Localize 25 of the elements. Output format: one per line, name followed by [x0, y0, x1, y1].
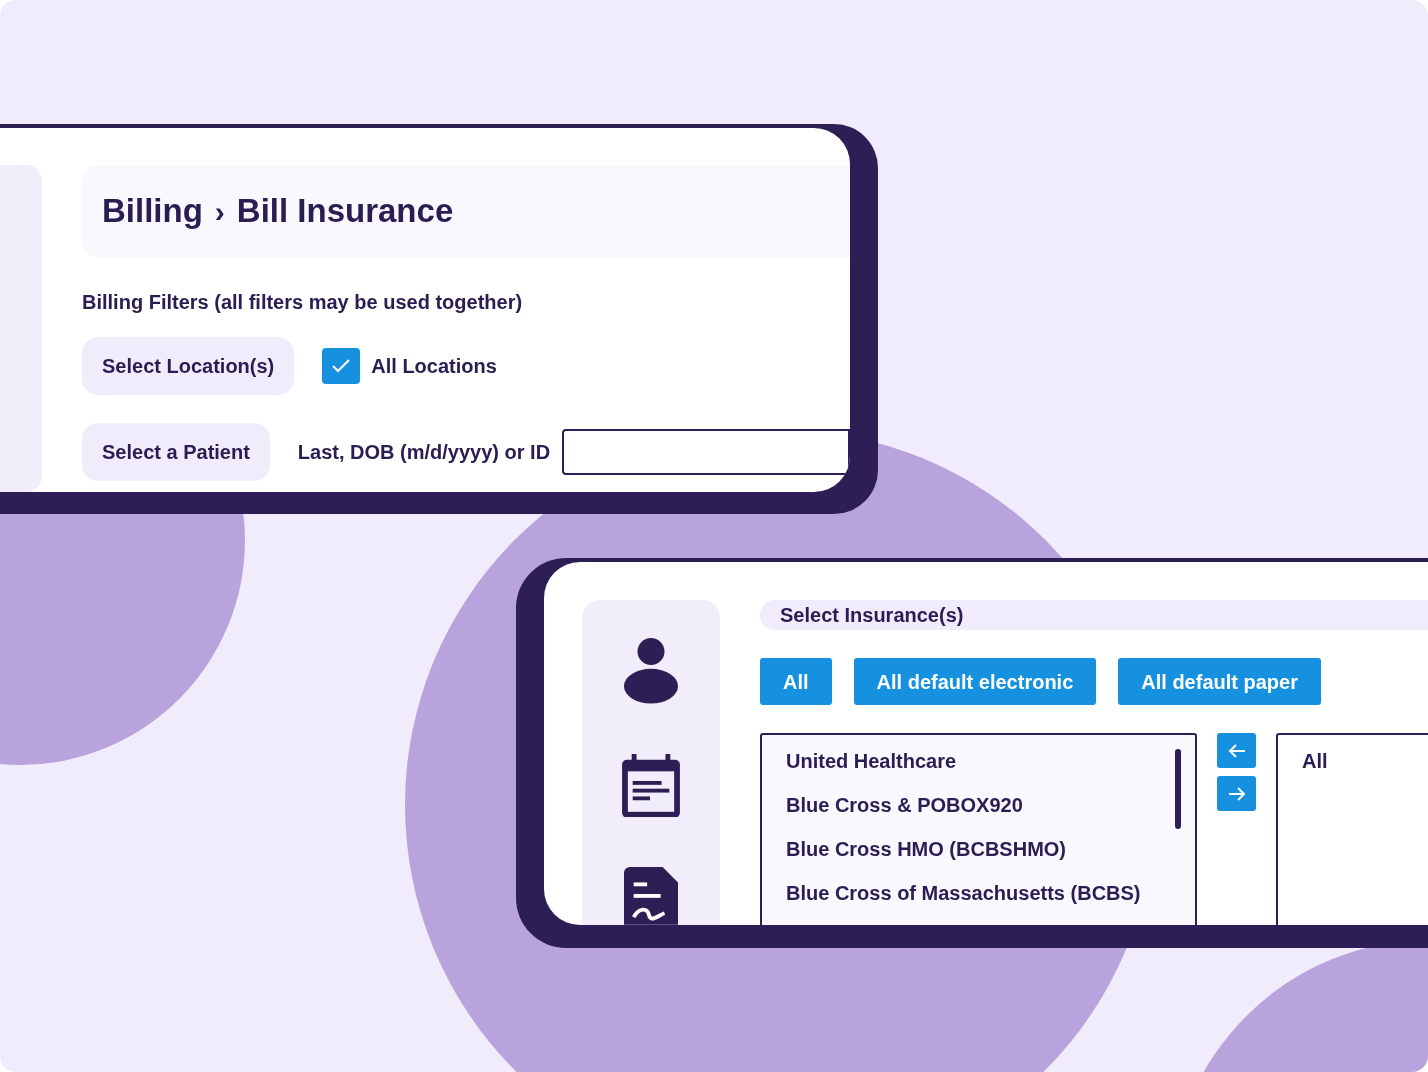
select-location-button[interactable]: Select Location(s)	[82, 337, 295, 395]
page-title: Bill Insurance	[236, 191, 454, 232]
breadcrumb-link[interactable]: Billing	[102, 186, 203, 236]
move-right-button[interactable]	[1217, 776, 1256, 811]
list-item[interactable]: Blue Cross of Massachusetts (BCBS)	[786, 879, 1195, 907]
select-patient-button[interactable]: Select a Patient	[82, 423, 270, 481]
arrow-left-icon	[1227, 742, 1246, 759]
arrow-right-icon	[1227, 785, 1246, 802]
move-left-button[interactable]	[1217, 733, 1256, 768]
section-header: Select Insurance(s)	[760, 600, 1428, 630]
field-label: Last, DOB (m/d/yyyy) or ID	[297, 440, 551, 465]
list-item[interactable]: Blue Cross & POBOX920	[786, 791, 1195, 819]
scrollbar-thumb[interactable]	[1175, 749, 1181, 829]
filters-heading: Billing Filters (all filters may be used together)	[82, 290, 524, 315]
patient-search-field[interactable]	[562, 429, 850, 475]
breadcrumb-separator: ›	[214, 193, 225, 230]
checkmark-icon	[331, 358, 352, 374]
calendar-icon	[621, 753, 681, 818]
list-item[interactable]: United Healthcare	[786, 747, 1195, 775]
person-icon	[623, 638, 679, 704]
list-item[interactable]: All	[1302, 747, 1428, 775]
document-icon	[623, 867, 679, 925]
list-item[interactable]: Blue Cross HMO (BCBSHMO)	[786, 835, 1195, 863]
checkbox-label: All Locations	[371, 354, 497, 379]
checkbox[interactable]	[322, 348, 361, 384]
